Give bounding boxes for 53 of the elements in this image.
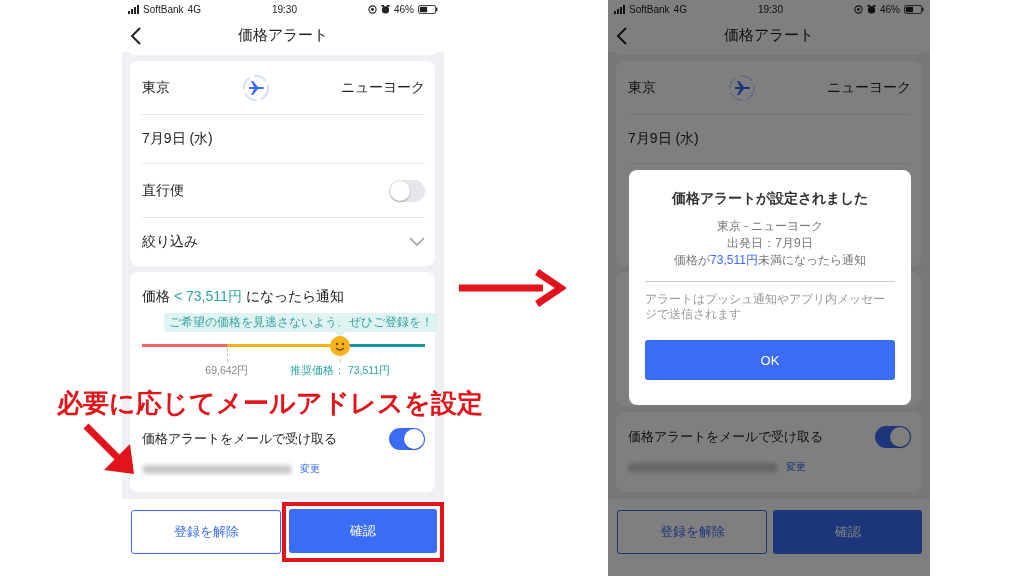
travel-date: 7月9日 (水) <box>628 130 699 148</box>
change-link[interactable]: 変更 <box>300 462 320 476</box>
battery-percent: 46% <box>879 3 900 15</box>
confirm-button[interactable]: 確認 <box>289 509 437 553</box>
airplane-icon <box>727 73 756 102</box>
clock-time: 19:30 <box>271 3 297 15</box>
carrier-name: SoftBank <box>143 3 184 15</box>
network-type: 4G <box>187 3 201 15</box>
rotation-lock-icon <box>367 4 377 14</box>
battery-percent: 46% <box>393 3 414 15</box>
dialog-title: 価格アラートが設定されました <box>671 190 869 208</box>
ok-button[interactable]: OK <box>645 340 895 380</box>
airplane-icon <box>241 73 270 102</box>
signal-icon <box>614 4 625 14</box>
price-alert-title: 価格 < 73,511円 になったら通知 <box>142 288 345 306</box>
email-alert-label: 価格アラートをメールで受け取る <box>142 430 337 448</box>
low-price-label: 69,642円 <box>205 364 249 378</box>
dialog-condition: 価格が73,511円未満になったら通知 <box>673 252 867 269</box>
annotation-text: 必要に応じてメールアドレスを設定 <box>57 387 483 420</box>
back-icon[interactable] <box>130 26 142 46</box>
change-link[interactable]: 変更 <box>786 460 806 474</box>
toggle-switch[interactable] <box>875 426 911 448</box>
unsubscribe-button[interactable]: 登録を解除 <box>617 510 767 554</box>
toggle-switch[interactable] <box>389 428 425 450</box>
recommended-price-label: 推奨価格： 73,511円 <box>289 364 391 378</box>
direct-flight-label: 直行便 <box>142 181 184 200</box>
dialog-note: アラートはプッシュ通知やアプリ内メッセージで送信されます <box>645 292 886 322</box>
destination-city: ニューヨーク <box>341 78 425 97</box>
alarm-icon <box>866 4 876 14</box>
filter-row[interactable]: 絞り込み <box>142 218 425 266</box>
destination-city: ニューヨーク <box>827 78 911 97</box>
signal-icon <box>128 4 139 14</box>
filter-label: 絞り込み <box>142 233 198 251</box>
dialog-route: 東京 - ニューヨーク <box>715 218 825 235</box>
clock-time: 19:30 <box>757 3 783 15</box>
toggle-switch[interactable] <box>389 179 425 202</box>
network-type: 4G <box>673 3 687 15</box>
slider-thumb[interactable] <box>330 336 351 356</box>
screen-title: 価格アラート <box>724 25 814 45</box>
confirm-button[interactable]: 確認 <box>773 510 922 554</box>
carrier-name: SoftBank <box>629 3 670 15</box>
origin-city: 東京 <box>142 78 170 97</box>
origin-city: 東京 <box>628 78 656 97</box>
battery-icon <box>904 4 924 14</box>
arrow-icon <box>459 268 566 308</box>
rotation-lock-icon <box>853 4 863 14</box>
screen-title: 価格アラート <box>238 25 328 45</box>
travel-date: 7月9日 (水) <box>142 130 213 148</box>
email-alert-label: 価格アラートをメールで受け取る <box>628 428 823 446</box>
dialog-departure: 出発日：7月9日 <box>726 235 814 252</box>
unsubscribe-button[interactable]: 登録を解除 <box>131 510 281 554</box>
alarm-icon <box>380 4 390 14</box>
battery-icon <box>418 4 438 14</box>
